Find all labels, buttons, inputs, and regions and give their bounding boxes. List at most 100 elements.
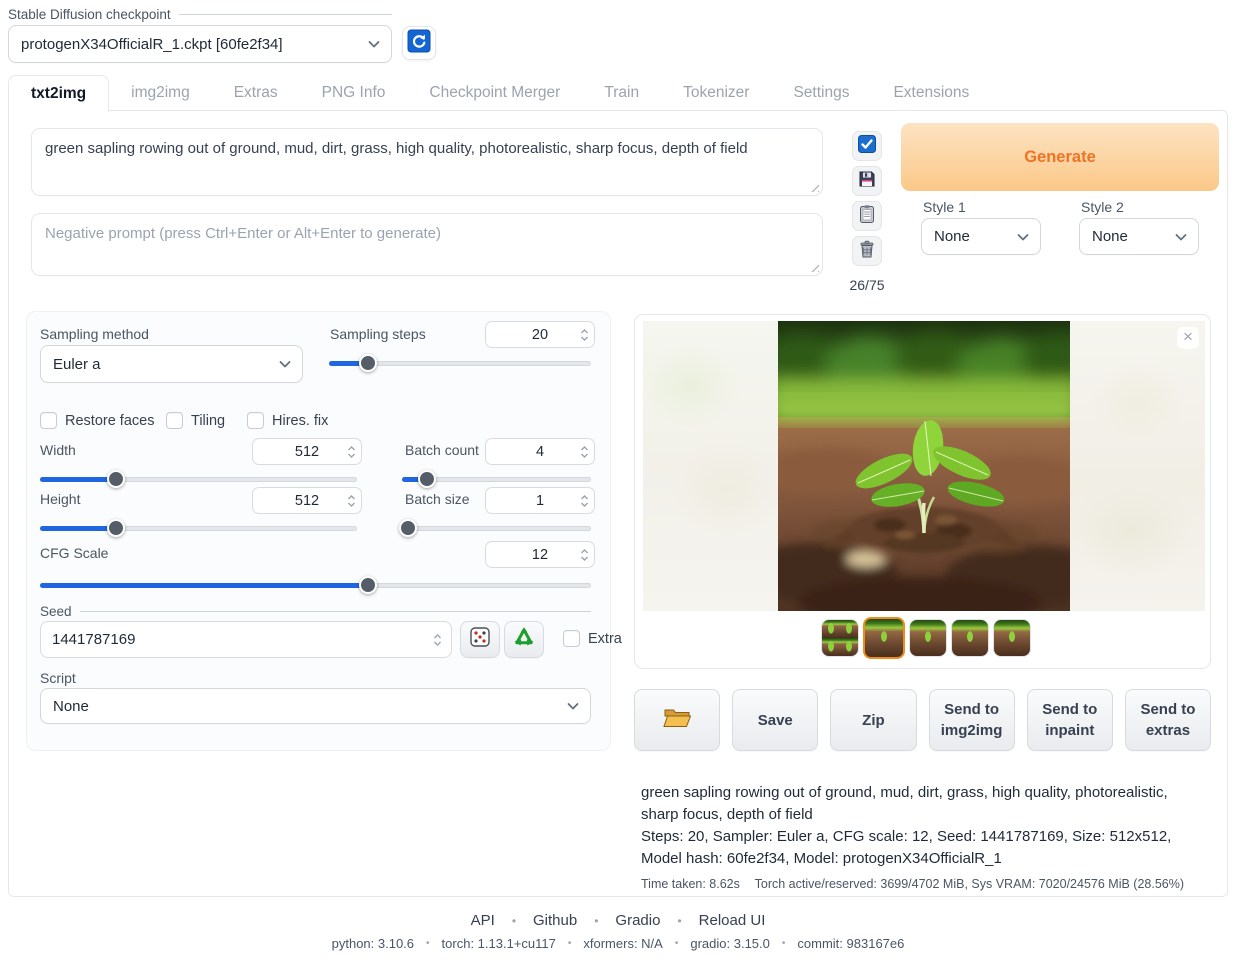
batch-size-input[interactable]: 1	[485, 487, 595, 514]
generate-button[interactable]: Generate	[901, 123, 1219, 191]
width-label: Width	[40, 442, 76, 458]
sampling-method-select[interactable]: Euler a	[40, 345, 303, 383]
open-folder-button[interactable]	[634, 689, 720, 751]
cfg-scale-input[interactable]: 12	[485, 541, 595, 568]
spinner-arrows-icon[interactable]	[347, 494, 356, 507]
gradio-link[interactable]: Gradio	[615, 912, 660, 929]
save-style-button[interactable]	[852, 166, 882, 196]
checkbox-box	[563, 630, 580, 647]
height-input[interactable]: 512	[252, 487, 362, 514]
output-actions: Save Zip Send to img2img Send to inpaint…	[634, 689, 1211, 751]
zip-button[interactable]: Zip	[830, 689, 916, 751]
batch-count-input[interactable]: 4	[485, 438, 595, 465]
vram-stats: Torch active/reserved: 3699/4702 MiB, Sy…	[755, 877, 1184, 891]
spinner-arrows-icon[interactable]	[347, 445, 356, 458]
prompt-box: green sapling rowing out of ground, mud,…	[31, 128, 823, 196]
checkbox-box	[166, 412, 183, 429]
dice-icon	[469, 626, 491, 654]
send-to-inpaint-button[interactable]: Send to inpaint	[1027, 689, 1113, 751]
trash-icon	[857, 239, 877, 264]
style1-select[interactable]: None	[921, 218, 1041, 255]
tab-tokenizer[interactable]: Tokenizer	[661, 75, 771, 111]
checkpoint-label: Stable Diffusion checkpoint	[8, 7, 392, 22]
bullet-separator: •	[568, 938, 572, 949]
cfg-scale-slider[interactable]	[40, 576, 591, 594]
bullet-separator: •	[512, 914, 516, 928]
checkpoint-value: protogenX34OfficialR_1.ckpt [60fe2f34]	[21, 36, 283, 53]
tab-png-info[interactable]: PNG Info	[300, 75, 408, 111]
recycle-icon	[513, 626, 535, 654]
spinner-arrows-icon[interactable]	[580, 328, 589, 341]
chevron-down-icon	[1017, 228, 1029, 245]
tab-train[interactable]: Train	[582, 75, 661, 111]
chevron-down-icon	[1175, 228, 1187, 245]
sampling-steps-input[interactable]: 20	[485, 321, 595, 348]
random-seed-button[interactable]	[460, 621, 500, 658]
txt2img-panel: green sapling rowing out of ground, mud,…	[8, 110, 1228, 897]
prompt-input[interactable]: green sapling rowing out of ground, mud,…	[31, 128, 823, 196]
reload-ui-link[interactable]: Reload UI	[699, 912, 766, 929]
tab-img2img[interactable]: img2img	[109, 75, 212, 111]
batch-size-label: Batch size	[405, 491, 470, 507]
thumbnail-strip	[821, 617, 1031, 659]
height-slider[interactable]	[40, 519, 357, 537]
spinner-arrows-icon[interactable]	[580, 548, 589, 561]
blue-checkbox-icon	[857, 134, 877, 159]
bullet-separator: •	[675, 938, 679, 949]
sampling-steps-slider[interactable]	[329, 354, 591, 372]
width-input[interactable]: 512	[252, 438, 362, 465]
result-gallery: ×	[634, 314, 1211, 669]
clear-prompt-button[interactable]	[852, 236, 882, 266]
tab-settings[interactable]: Settings	[771, 75, 871, 111]
close-icon[interactable]: ×	[1177, 327, 1199, 349]
tab-txt2img[interactable]: txt2img	[8, 75, 109, 112]
checkpoint-select[interactable]: protogenX34OfficialR_1.ckpt [60fe2f34]	[8, 25, 392, 63]
gallery-adjacent-image-right[interactable]	[1070, 321, 1205, 611]
api-link[interactable]: API	[471, 912, 495, 929]
gallery-adjacent-image-left[interactable]	[643, 321, 778, 611]
send-to-extras-button[interactable]: Send to extras	[1125, 689, 1211, 751]
bullet-separator: •	[677, 914, 681, 928]
info-params: Steps: 20, Sampler: Euler a, CFG scale: …	[641, 826, 1207, 870]
seed-input[interactable]: 1441787169	[40, 621, 452, 658]
hires-fix-checkbox[interactable]: Hires. fix	[247, 412, 328, 429]
refresh-checkpoint-button[interactable]	[402, 26, 436, 60]
batch-count-slider[interactable]	[402, 470, 591, 488]
generated-image-sapling[interactable]	[778, 321, 1070, 611]
save-button[interactable]: Save	[732, 689, 818, 751]
tab-checkpoint-merger[interactable]: Checkpoint Merger	[407, 75, 582, 111]
generation-info: green sapling rowing out of ground, mud,…	[641, 782, 1207, 891]
cfg-scale-label: CFG Scale	[40, 545, 108, 561]
checkbox-box	[247, 412, 264, 429]
tiling-checkbox[interactable]: Tiling	[166, 412, 225, 429]
open-folder-icon	[663, 706, 691, 734]
script-label: Script	[40, 670, 76, 686]
thumbnail-grid[interactable]	[821, 619, 859, 657]
width-slider[interactable]	[40, 470, 357, 488]
spinner-arrows-icon[interactable]	[580, 494, 589, 507]
tab-extras[interactable]: Extras	[212, 75, 300, 111]
send-to-img2img-button[interactable]: Send to img2img	[929, 689, 1015, 751]
gradio-version: gradio: 3.15.0	[690, 936, 770, 951]
tab-extensions[interactable]: Extensions	[871, 75, 991, 111]
negative-prompt-input[interactable]	[31, 213, 823, 276]
bullet-separator: •	[782, 938, 786, 949]
paste-params-button[interactable]	[852, 131, 882, 161]
apply-style-button[interactable]	[852, 201, 882, 231]
thumbnail[interactable]	[993, 619, 1031, 657]
seed-label: Seed	[40, 604, 591, 619]
thumbnail[interactable]	[951, 619, 989, 657]
thumbnail-selected[interactable]	[863, 617, 905, 659]
spinner-arrows-icon[interactable]	[433, 633, 442, 646]
restore-faces-checkbox[interactable]: Restore faces	[40, 412, 154, 429]
script-select[interactable]: None	[40, 688, 591, 724]
reuse-seed-button[interactable]	[504, 621, 544, 658]
extra-seed-checkbox[interactable]: Extra	[563, 630, 622, 647]
style2-select[interactable]: None	[1079, 218, 1199, 255]
main-tabs: txt2img img2img Extras PNG Info Checkpoi…	[8, 75, 991, 111]
spinner-arrows-icon[interactable]	[580, 445, 589, 458]
thumbnail[interactable]	[909, 619, 947, 657]
batch-size-slider[interactable]	[402, 519, 591, 537]
footer-links: API • Github • Gradio • Reload UI	[0, 912, 1236, 929]
github-link[interactable]: Github	[533, 912, 577, 929]
